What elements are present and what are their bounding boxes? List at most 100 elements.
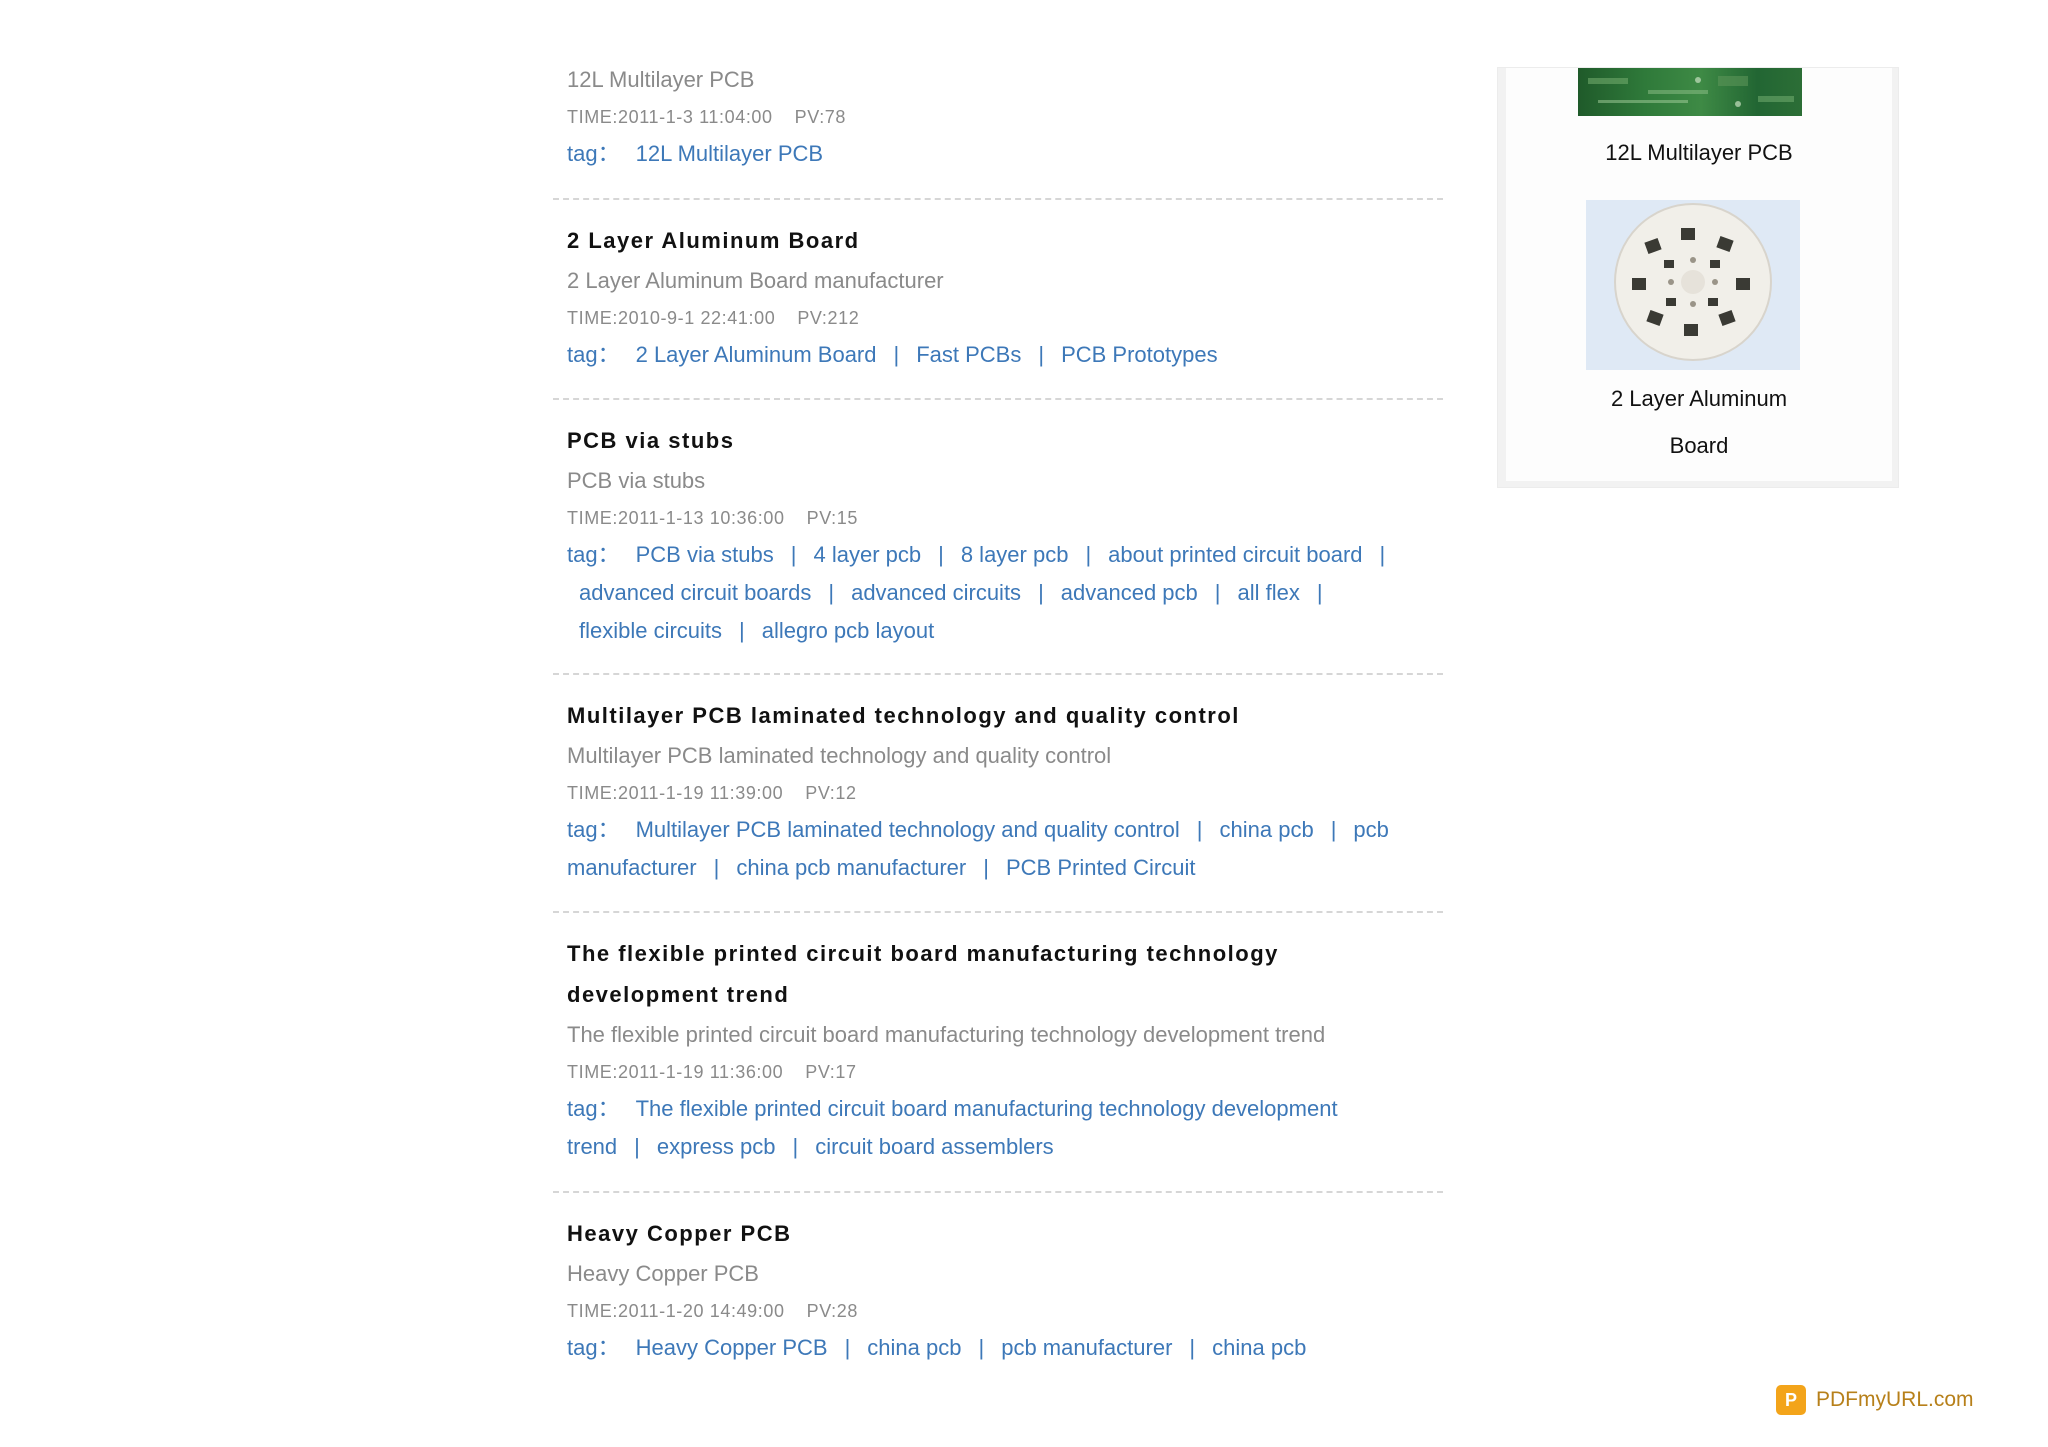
article-pv: PV:212: [797, 308, 860, 328]
article-tags: tag： PCB via stubs | 4 layer pcb | 8 layer pc…: [567, 536, 1429, 650]
article-title[interactable]: PCB via stubs: [567, 420, 1429, 461]
tag-separator: |: [634, 1134, 640, 1159]
article-title[interactable]: The flexible printed circuit board manuf…: [567, 933, 1429, 1015]
article-meta: TIME:2011-1-20 14:49:00 PV:28: [567, 1293, 1429, 1329]
article-pv: PV:17: [805, 1062, 857, 1082]
tag-link[interactable]: advanced circuits: [851, 580, 1021, 605]
article-item: PCB via stubs PCB via stubs TIME:2011-1-…: [553, 400, 1443, 675]
sidebar-panel: 12L Multilayer PCB 2 Layer Aluminum Boar…: [1506, 68, 1892, 481]
sidebar-related: 12L Multilayer PCB 2 Layer Aluminum Boar…: [1497, 67, 1899, 488]
tag-link[interactable]: PCB via stubs: [636, 542, 774, 567]
article-tags: tag： 12L Multilayer PCB: [567, 135, 1429, 173]
tag-link[interactable]: advanced pcb: [1061, 580, 1198, 605]
article-item: 12L Multilayer PCB TIME:2011-1-3 11:04:0…: [553, 60, 1443, 200]
pdfmyurl-brand[interactable]: P PDFmyURL.com: [1776, 1384, 1974, 1416]
article-time: TIME:2011-1-20 14:49:00: [567, 1301, 785, 1321]
article-meta: TIME:2011-1-19 11:36:00 PV:17: [567, 1054, 1429, 1090]
round-board-graphic: [1614, 203, 1772, 361]
tag-separator: |: [1038, 342, 1045, 367]
tag-separator: |: [978, 1335, 985, 1360]
tag-separator: |: [1330, 817, 1337, 842]
tag-separator: |: [792, 1134, 799, 1159]
article-time: TIME:2011-1-19 11:39:00: [567, 783, 784, 803]
article-meta: TIME:2010-9-1 22:41:00 PV:212: [567, 300, 1429, 336]
tag-label: tag：: [567, 542, 620, 567]
tag-separator: |: [828, 580, 835, 605]
tag-link[interactable]: 8 layer pcb: [961, 542, 1069, 567]
tag-label: tag：: [567, 817, 620, 842]
tag-link[interactable]: 2 Layer Aluminum Board: [636, 342, 877, 367]
article-pv: PV:12: [805, 783, 857, 803]
sidebar-item-label[interactable]: 12L Multilayer PCB: [1506, 129, 1892, 176]
pdfmyurl-brand-text[interactable]: PDFmyURL.com: [1816, 1388, 1974, 1412]
tag-link[interactable]: china pcb: [1220, 817, 1314, 842]
sidebar-item-label-line2[interactable]: Board: [1506, 422, 1892, 469]
tag-label: tag：: [567, 141, 620, 166]
tag-separator: |: [1379, 542, 1386, 567]
article-item: The flexible printed circuit board manuf…: [553, 913, 1443, 1193]
tag-separator: |: [1196, 817, 1203, 842]
tag-separator: |: [983, 855, 989, 880]
tag-label: tag：: [567, 1096, 620, 1121]
tag-link[interactable]: allegro pcb layout: [762, 618, 934, 643]
sidebar-item-label-line1[interactable]: 2 Layer Aluminum: [1506, 375, 1892, 422]
tag-link[interactable]: advanced circuit boards: [579, 580, 811, 605]
article-pv: PV:78: [794, 107, 847, 127]
tag-separator: |: [938, 542, 944, 567]
tag-link[interactable]: express pcb: [657, 1134, 776, 1159]
article-time: TIME:2011-1-13 10:36:00: [567, 508, 785, 528]
tag-link[interactable]: circuit board assemblers: [815, 1134, 1053, 1159]
pcb-thumbnail-image[interactable]: [1578, 68, 1802, 116]
pdfmyurl-logo-icon: P: [1776, 1385, 1806, 1415]
article-pv: PV:15: [806, 508, 858, 528]
article-meta: TIME:2011-1-3 11:04:00 PV:78: [567, 99, 1429, 135]
tag-link[interactable]: pcb manufacturer: [1001, 1335, 1172, 1360]
article-title[interactable]: Multilayer PCB laminated technology and …: [567, 695, 1429, 736]
tag-link[interactable]: 12L Multilayer PCB: [636, 141, 823, 166]
article-item: 2 Layer Aluminum Board 2 Layer Aluminum …: [553, 200, 1443, 400]
article-description: 2 Layer Aluminum Board manufacturer: [567, 268, 944, 293]
tag-separator: |: [1189, 1335, 1196, 1360]
tag-separator: |: [790, 542, 797, 567]
tag-link[interactable]: Heavy Copper PCB: [636, 1335, 828, 1360]
article-time: TIME:2010-9-1 22:41:00: [567, 308, 776, 328]
article-tags: tag： 2 Layer Aluminum Board | Fast PCBs | PCB…: [567, 336, 1429, 374]
tag-link[interactable]: flexible circuits: [579, 618, 722, 643]
tag-link[interactable]: 4 layer pcb: [813, 542, 921, 567]
tag-label: tag：: [567, 1335, 620, 1360]
tag-link[interactable]: all flex: [1238, 580, 1300, 605]
article-item: Heavy Copper PCB Heavy Copper PCB TIME:2…: [553, 1193, 1443, 1378]
article-title[interactable]: 2 Layer Aluminum Board: [567, 220, 1429, 261]
tag-link[interactable]: Fast PCBs: [916, 342, 1021, 367]
tag-separator: |: [1038, 580, 1044, 605]
article-tags: tag： Multilayer PCB laminated technology …: [567, 811, 1429, 887]
article-list: 12L Multilayer PCB TIME:2011-1-3 11:04:0…: [553, 60, 1443, 1378]
article-meta: TIME:2011-1-19 11:39:00 PV:12: [567, 775, 1429, 811]
tag-separator: |: [1214, 580, 1221, 605]
article-description: Heavy Copper PCB: [567, 1261, 759, 1286]
tag-separator: |: [893, 342, 900, 367]
article-description: 12L Multilayer PCB: [567, 67, 755, 92]
tag-link[interactable]: Multilayer PCB laminated technology and …: [636, 817, 1180, 842]
article-description: PCB via stubs: [567, 468, 706, 493]
article-title[interactable]: Heavy Copper PCB: [567, 1213, 1429, 1254]
article-description: The flexible printed circuit board manuf…: [567, 1022, 1326, 1047]
pcb-traces-graphic: [1588, 76, 1794, 107]
tag-link[interactable]: china pcb manufacturer: [736, 855, 966, 880]
tag-line: tag： PCB via stubs | 4 layer pcb | 8 layer pc…: [567, 536, 1429, 574]
article-pv: PV:28: [806, 1301, 858, 1321]
article-description: Multilayer PCB laminated technology and …: [567, 743, 1112, 768]
tag-line: advanced circuit boards | advanced circuit…: [567, 574, 1429, 612]
tag-separator: |: [1316, 580, 1323, 605]
tag-link[interactable]: PCB Printed Circuit: [1006, 855, 1196, 880]
tag-separator: |: [844, 1335, 851, 1360]
tag-link[interactable]: china pcb: [1212, 1335, 1306, 1360]
aluminum-board-thumbnail-image[interactable]: [1586, 200, 1800, 370]
article-time: TIME:2011-1-19 11:36:00: [567, 1062, 784, 1082]
tag-label: tag：: [567, 342, 620, 367]
tag-link[interactable]: PCB Prototypes: [1061, 342, 1218, 367]
tag-link[interactable]: about printed circuit board: [1108, 542, 1362, 567]
tag-separator: |: [739, 618, 745, 643]
tag-separator: |: [713, 855, 720, 880]
tag-link[interactable]: china pcb: [867, 1335, 961, 1360]
